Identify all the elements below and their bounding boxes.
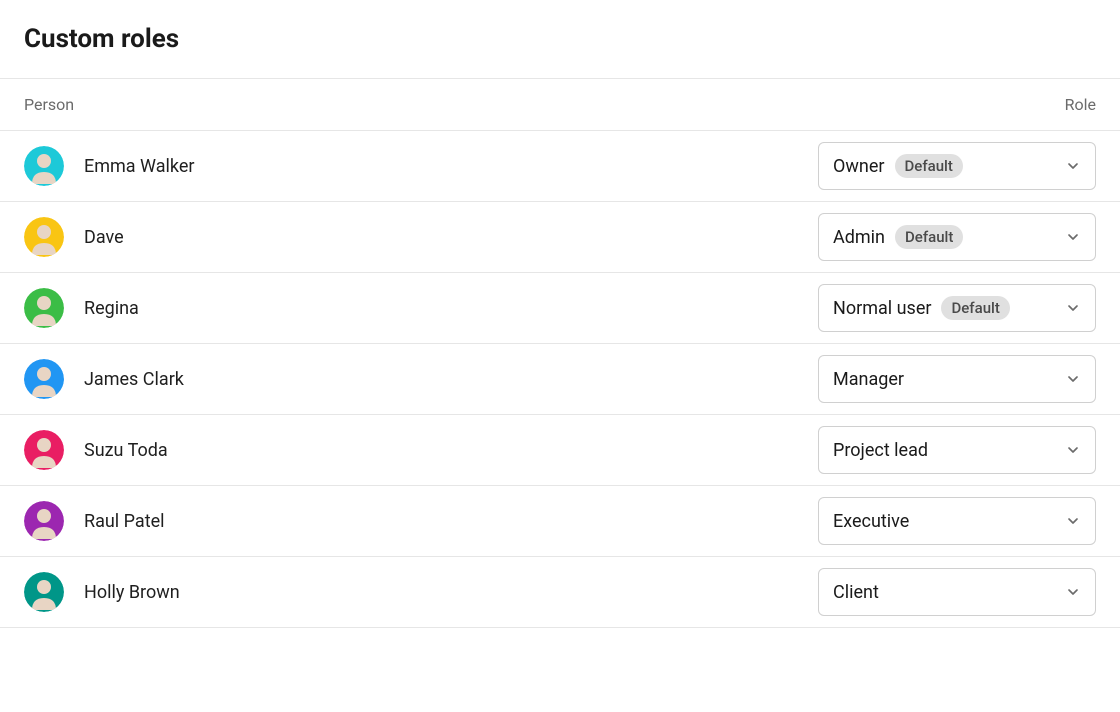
avatar <box>24 359 64 399</box>
table-row: Holly Brown Client <box>0 557 1120 628</box>
role-select[interactable]: Project lead <box>818 426 1096 474</box>
avatar <box>24 288 64 328</box>
avatar <box>24 146 64 186</box>
chevron-down-icon <box>1065 513 1081 529</box>
table-row: James Clark Manager <box>0 344 1120 415</box>
avatar <box>24 430 64 470</box>
column-header-role: Role <box>1065 95 1096 114</box>
role-select[interactable]: Admin Default <box>818 213 1096 261</box>
role-select-content: Normal user Default <box>833 296 1010 320</box>
role-select-content: Executive <box>833 511 909 532</box>
default-badge: Default <box>895 225 963 249</box>
chevron-down-icon <box>1065 229 1081 245</box>
table-row: Suzu Toda Project lead <box>0 415 1120 486</box>
role-select[interactable]: Executive <box>818 497 1096 545</box>
table-row: Regina Normal user Default <box>0 273 1120 344</box>
person-name: Dave <box>84 227 124 248</box>
person-cell: Holly Brown <box>24 572 180 612</box>
chevron-down-icon <box>1065 300 1081 316</box>
avatar <box>24 501 64 541</box>
role-label: Client <box>833 582 879 603</box>
role-select[interactable]: Client <box>818 568 1096 616</box>
default-badge: Default <box>895 154 963 178</box>
chevron-down-icon <box>1065 584 1081 600</box>
person-cell: Suzu Toda <box>24 430 168 470</box>
avatar <box>24 572 64 612</box>
role-label: Manager <box>833 369 904 390</box>
person-cell: Raul Patel <box>24 501 165 541</box>
role-select-content: Admin Default <box>833 225 963 249</box>
person-cell: Regina <box>24 288 139 328</box>
default-badge: Default <box>941 296 1009 320</box>
table-header: Person Role <box>0 78 1120 131</box>
page-title: Custom roles <box>0 24 1120 78</box>
role-label: Executive <box>833 511 909 532</box>
role-select[interactable]: Normal user Default <box>818 284 1096 332</box>
chevron-down-icon <box>1065 442 1081 458</box>
person-cell: Dave <box>24 217 124 257</box>
table-row: Dave Admin Default <box>0 202 1120 273</box>
person-name: Regina <box>84 298 139 319</box>
role-select-content: Client <box>833 582 879 603</box>
role-select-content: Manager <box>833 369 904 390</box>
person-name: Suzu Toda <box>84 440 168 461</box>
person-cell: Emma Walker <box>24 146 195 186</box>
person-cell: James Clark <box>24 359 184 399</box>
role-select[interactable]: Owner Default <box>818 142 1096 190</box>
chevron-down-icon <box>1065 158 1081 174</box>
avatar <box>24 217 64 257</box>
person-name: Raul Patel <box>84 511 165 532</box>
role-label: Project lead <box>833 440 928 461</box>
role-select-content: Owner Default <box>833 154 963 178</box>
table-row: Raul Patel Executive <box>0 486 1120 557</box>
column-header-person: Person <box>24 95 74 114</box>
role-select-content: Project lead <box>833 440 928 461</box>
role-select[interactable]: Manager <box>818 355 1096 403</box>
role-label: Owner <box>833 156 885 177</box>
table-row: Emma Walker Owner Default <box>0 131 1120 202</box>
person-name: James Clark <box>84 369 184 390</box>
chevron-down-icon <box>1065 371 1081 387</box>
role-label: Normal user <box>833 298 931 319</box>
person-name: Holly Brown <box>84 582 180 603</box>
role-label: Admin <box>833 227 885 248</box>
person-name: Emma Walker <box>84 156 195 177</box>
